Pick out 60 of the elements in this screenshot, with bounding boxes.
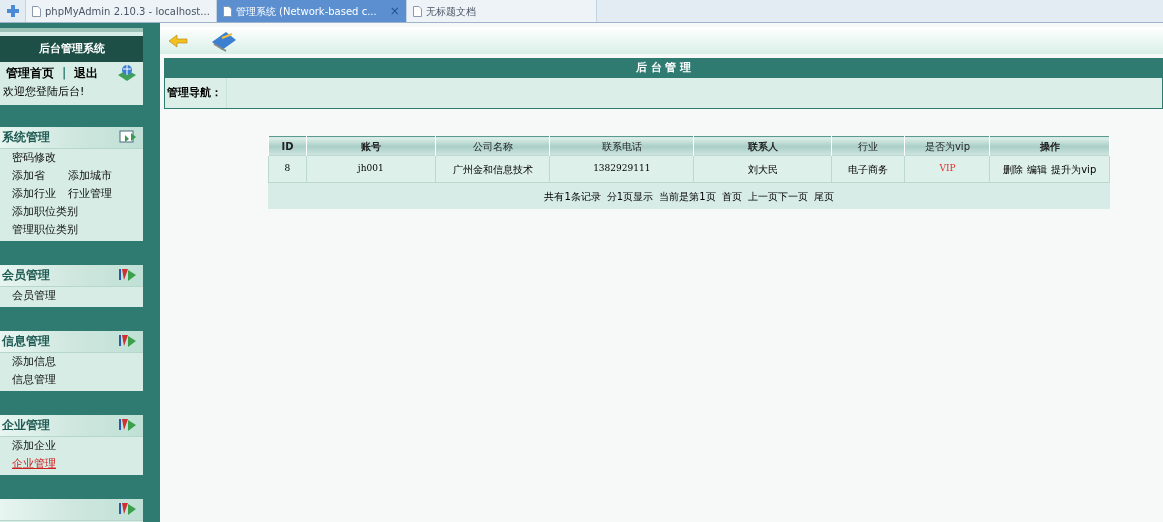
table-cell: 刘大民 [693,155,832,183]
pagination-link[interactable]: 尾页 [813,188,834,204]
menu-link[interactable]: 行业管理 [68,186,112,203]
column-header: 联系电话 [549,136,694,156]
page-title-bar: 后 台 管 理 [165,59,1162,78]
document-icon [32,5,41,17]
menu-link[interactable]: 会员管理 [12,288,56,305]
menu-link[interactable]: 管理职位类别 [12,222,78,239]
column-header: 公司名称 [435,136,550,156]
menu-link[interactable]: 添加省 [12,168,68,185]
document-icon [412,5,422,17]
table-cell: jh001 [306,155,436,183]
globe-icon [117,64,137,82]
nav-label: 管理导航： [165,78,227,108]
welcome-text: 欢迎您登陆后台! [2,84,86,100]
pagination-text: 共有1条记录 [544,189,601,204]
menu-link[interactable]: 密码修改 [12,150,56,167]
column-header: ID [268,136,307,156]
column-header: 联系人 [693,136,832,156]
menu-group-title: 企业管理 [2,417,50,434]
table-cell: 8 [268,155,307,183]
menu-link[interactable]: 添加职位类别 [12,204,78,221]
column-header: 账号 [306,136,436,156]
table-cell: 1382929111 [549,155,694,183]
menu-link[interactable]: 添加企业 [12,438,56,455]
menu-link[interactable]: 添加行业 [12,186,68,203]
arrow-icon [117,417,137,433]
book-icon[interactable] [210,29,238,52]
pagination-link[interactable]: 上一页下一页 [747,188,808,204]
menu-link[interactable]: 添加信息 [12,354,56,371]
column-header: 行业 [831,136,905,156]
arrow-icon [117,333,137,349]
menu-link[interactable]: 企业管理 [12,456,56,473]
action-link[interactable]: 删除 [1003,161,1024,177]
action-link[interactable]: 提升为vip [1051,161,1097,177]
sidebar-title: 后台管理系统 [0,36,143,62]
separator-text: | [62,65,67,82]
home-link[interactable]: 管理首页 [6,64,54,82]
pagination-text: 分1页显示 [606,189,654,204]
menu-group-title: 会员管理 [2,267,50,284]
menu-link[interactable]: 添加城市 [68,168,112,185]
plus-icon [6,5,19,17]
browser-tab[interactable]: phpMyAdmin 2.10.3 - localhost... [26,0,217,22]
browser-tab[interactable]: 无标题文档 [406,0,597,22]
pagination-text: 当前是第1页 [659,189,716,204]
column-header: 操作 [989,136,1110,156]
table-cell: 广州金和信息技术 [435,155,550,183]
arrow-icon [117,267,137,283]
back-arrow-icon[interactable] [168,33,188,48]
action-link[interactable]: 编辑 [1027,161,1048,177]
logout-link[interactable]: 退出 [74,64,99,82]
pagination-link[interactable]: 首页 [721,188,742,204]
menu-group-title: 系统管理 [2,129,50,146]
arrow-icon [117,501,137,517]
menu-group-title: 信息管理 [2,333,50,350]
menu-link[interactable]: 信息管理 [12,372,56,389]
column-header: 是否为vip [904,136,990,156]
vip-tag: VIP [904,155,990,183]
table-cell: 电子商务 [831,155,905,183]
document-icon [222,5,232,17]
